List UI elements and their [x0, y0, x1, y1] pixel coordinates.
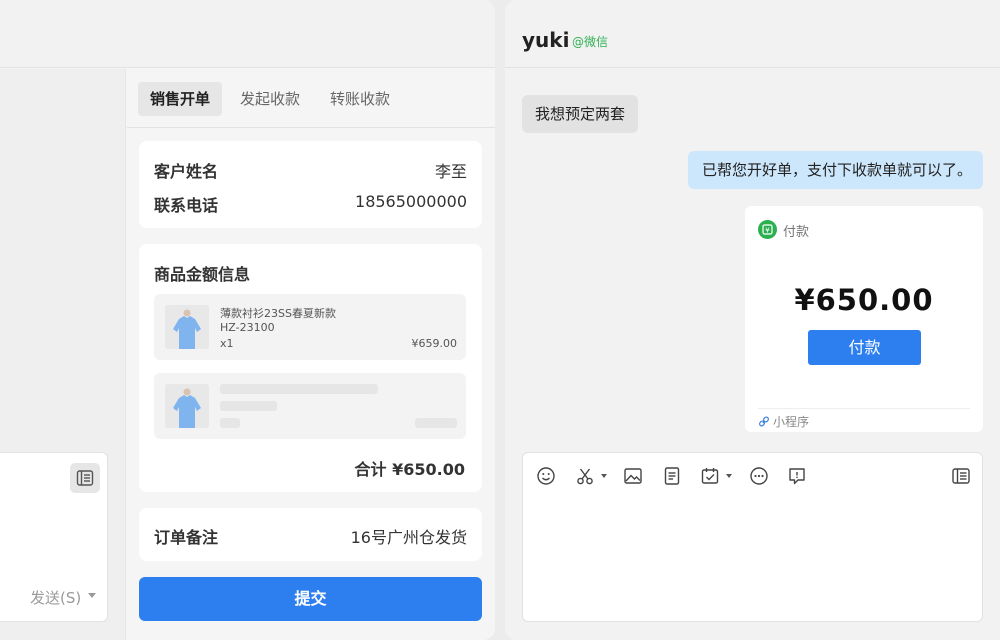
left-title-bar: [0, 0, 495, 68]
chevron-down-icon[interactable]: [88, 593, 96, 598]
product-item[interactable]: 薄款衬衫23SS春夏新款 HZ-23100 x1 ¥659.00: [154, 294, 466, 360]
product-price: ¥659.00: [411, 337, 458, 350]
submit-button[interactable]: 提交: [139, 577, 482, 621]
more-icon[interactable]: [749, 466, 769, 486]
payment-card[interactable]: ¥ 付款 ¥650.00 付款 小程序: [745, 206, 983, 432]
customer-phone-label: 联系电话: [154, 196, 219, 215]
customer-name-value[interactable]: 李至: [435, 158, 467, 182]
sales-window: 发送(S) 销售开单 发起收款 转账收款 客户姓名 李至 联系电话 185650…: [0, 0, 495, 640]
order-total: 合计 ¥650.00: [354, 460, 465, 479]
customer-phone-value[interactable]: 18565000000: [355, 192, 467, 216]
message-input-box[interactable]: [522, 452, 983, 622]
contact-name: yuki: [522, 28, 570, 52]
outgoing-message: 已帮您开好单，支付下收款单就可以了。: [688, 151, 983, 189]
chevron-down-icon[interactable]: [601, 474, 607, 478]
product-thumbnail: [165, 384, 209, 428]
shirt-image: [165, 305, 209, 349]
left-chat-area: 发送(S): [0, 69, 126, 640]
mini-program-label: 小程序: [773, 415, 810, 429]
wechat-pay-icon: ¥: [758, 220, 777, 239]
customer-card: 客户姓名 李至 联系电话 18565000000: [139, 141, 482, 228]
product-quantity: x1: [220, 337, 234, 350]
goods-title: 商品金额信息: [154, 265, 251, 284]
scissors-icon[interactable]: [575, 466, 595, 486]
order-panel: 销售开单 发起收款 转账收款 客户姓名 李至 联系电话 18565000000 …: [127, 69, 495, 640]
note-card: 订单备注 16号广州仓发货: [139, 508, 482, 561]
tab-initiate-payment[interactable]: 发起收款: [228, 82, 312, 116]
skeleton-line: [415, 418, 457, 428]
customer-name-row: 客户姓名 李至: [154, 158, 467, 182]
list-view-button[interactable]: [70, 463, 100, 493]
product-item-placeholder: [154, 373, 466, 439]
tab-sales-order[interactable]: 销售开单: [138, 82, 223, 116]
contact-source-tag: @微信: [572, 35, 609, 49]
tab-bar: 销售开单 发起收款 转账收款: [127, 69, 495, 128]
product-thumbnail: [165, 305, 209, 349]
payment-card-title: 付款: [783, 225, 810, 240]
image-icon[interactable]: [623, 466, 643, 486]
chat-header: yuki @微信: [505, 0, 1000, 68]
note-row: 订单备注 16号广州仓发货: [154, 524, 467, 548]
goods-card: 商品金额信息 薄款衬衫23SS春夏新款 HZ-23100 x1 ¥659.00: [139, 244, 482, 492]
skeleton-line: [220, 418, 240, 428]
skeleton-line: [220, 384, 378, 394]
emoji-icon[interactable]: [536, 466, 556, 486]
incoming-message: 我想预定两套: [522, 95, 639, 133]
note-value[interactable]: 16号广州仓发货: [351, 524, 467, 548]
product-name: 薄款衬衫23SS春夏新款: [220, 307, 336, 320]
svg-text:¥: ¥: [765, 227, 770, 235]
divider: [758, 408, 970, 409]
chevron-down-icon[interactable]: [726, 474, 732, 478]
customer-phone-row: 联系电话 18565000000: [154, 192, 467, 216]
send-button[interactable]: 发送(S): [30, 587, 81, 608]
pay-button[interactable]: 付款: [808, 330, 921, 365]
shirt-image: [165, 384, 209, 428]
skeleton-line: [220, 401, 277, 411]
chat-bubble-icon[interactable]: [787, 466, 807, 486]
composer-box[interactable]: 发送(S): [0, 452, 108, 622]
tab-transfer-payment[interactable]: 转账收款: [318, 82, 402, 116]
customer-name-label: 客户姓名: [154, 162, 219, 181]
document-icon[interactable]: [662, 466, 682, 486]
payment-amount: ¥650.00: [794, 283, 934, 317]
list-icon: [76, 470, 94, 486]
list-icon[interactable]: [951, 466, 971, 486]
task-icon[interactable]: [700, 466, 720, 486]
product-code: HZ-23100: [220, 321, 275, 334]
link-icon: [759, 416, 769, 426]
note-label: 订单备注: [154, 528, 219, 547]
mini-program-footer: 小程序: [758, 413, 809, 430]
chat-window: yuki @微信 我想预定两套 已帮您开好单，支付下收款单就可以了。 ¥ 付款 …: [505, 0, 1000, 640]
